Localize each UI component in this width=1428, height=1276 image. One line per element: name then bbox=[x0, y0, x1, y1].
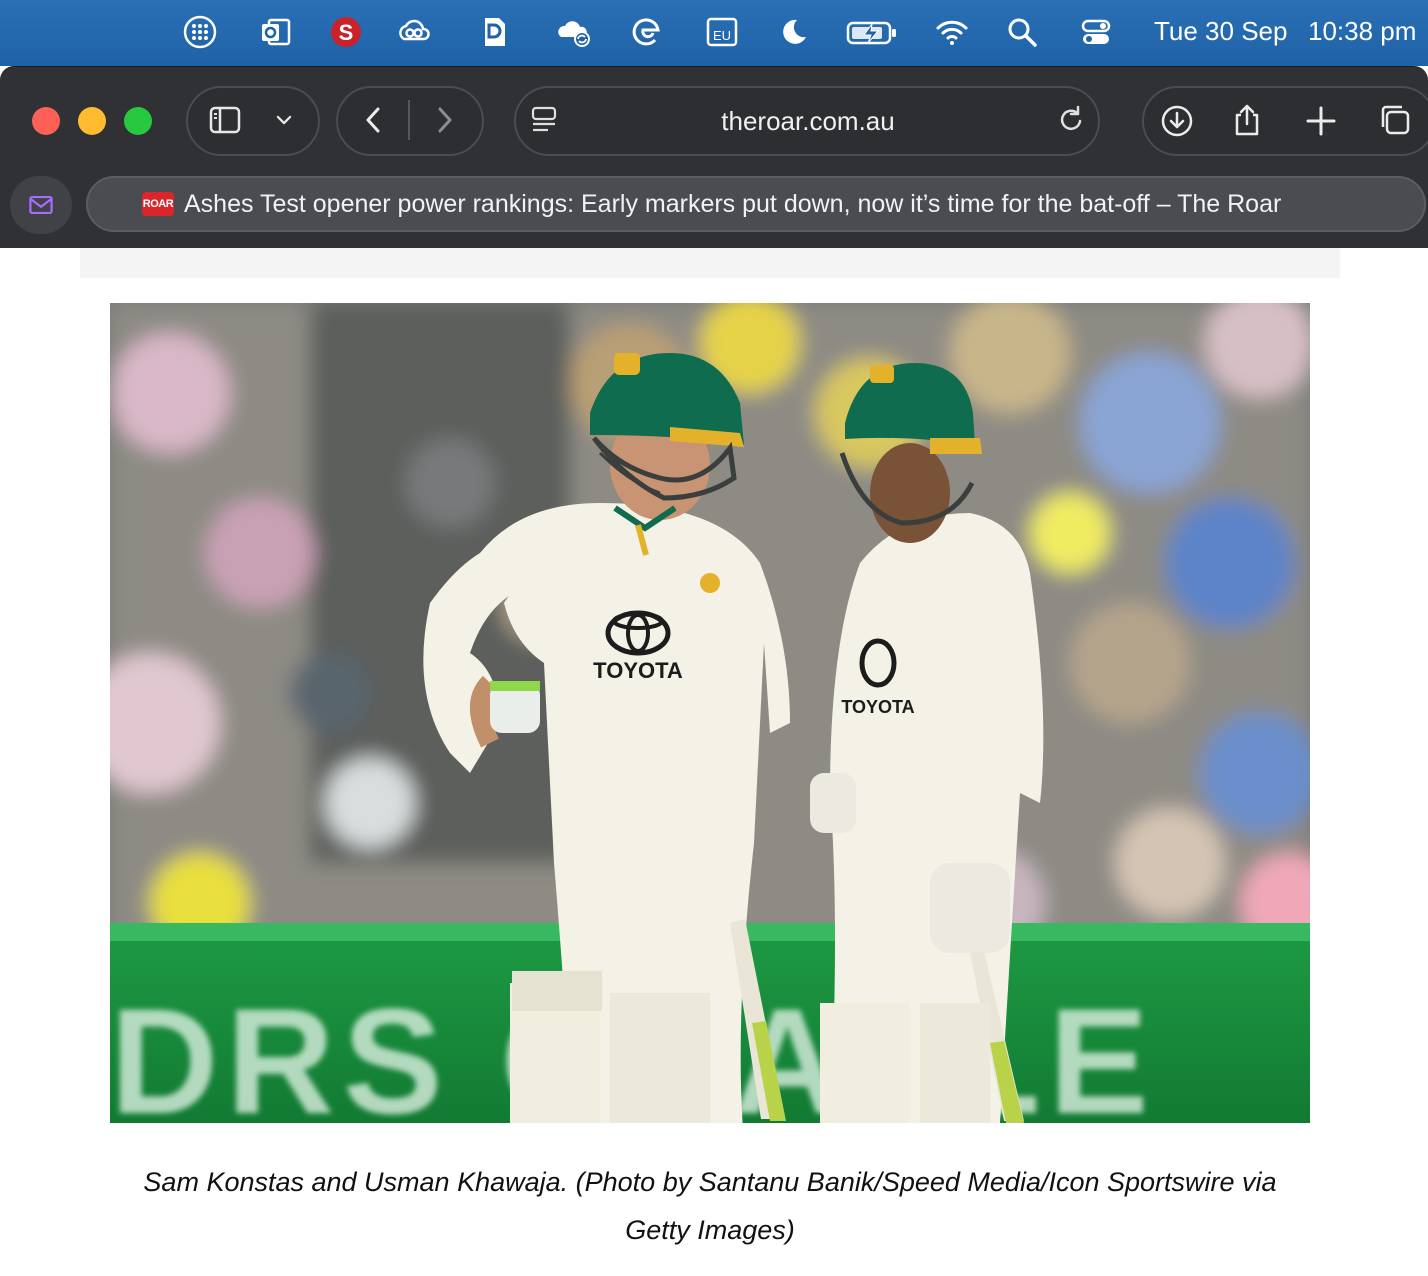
zoom-window-button[interactable] bbox=[124, 107, 152, 135]
envelope-icon bbox=[29, 195, 53, 215]
svg-text:S: S bbox=[339, 20, 354, 45]
active-tab[interactable]: ROAR Ashes Test opener power rankings: E… bbox=[86, 176, 1426, 232]
launchpad-icon[interactable] bbox=[182, 14, 218, 50]
reload-icon[interactable] bbox=[1054, 102, 1088, 138]
eu-label: EU bbox=[713, 28, 731, 43]
ad-placeholder-band bbox=[80, 248, 1340, 278]
wifi-icon[interactable] bbox=[934, 14, 970, 50]
edge-icon[interactable] bbox=[628, 14, 664, 50]
onedrive-sync-icon[interactable] bbox=[556, 14, 592, 50]
tab-title: Ashes Test opener power rankings: Early … bbox=[184, 190, 1282, 218]
control-center-icon[interactable] bbox=[1078, 14, 1114, 50]
menubar-time[interactable]: 10:38 pm bbox=[1308, 16, 1416, 47]
forward-button[interactable] bbox=[426, 102, 462, 138]
chevron-right-icon bbox=[438, 107, 452, 133]
s-app-icon[interactable]: S bbox=[328, 14, 364, 50]
jersey-left-text: TOYOTA bbox=[593, 658, 683, 683]
photo-caption: Sam Konstas and Usman Khawaja. (Photo by… bbox=[143, 1167, 1277, 1245]
page-content: DRS CHALLE bbox=[0, 248, 1428, 1276]
creative-cloud-icon[interactable] bbox=[396, 14, 432, 50]
outlook-icon[interactable] bbox=[258, 14, 294, 50]
menu-bar: S EU Tue 30 Sep 10:38 pm bbox=[0, 0, 1428, 66]
jersey-right-text: TOYOTA bbox=[841, 697, 914, 717]
page-menu-icon[interactable] bbox=[528, 102, 562, 138]
back-button[interactable] bbox=[356, 102, 392, 138]
close-window-button[interactable] bbox=[32, 107, 60, 135]
address-bar-url[interactable]: theroar.com.au bbox=[560, 106, 1056, 137]
new-tab-icon[interactable] bbox=[1302, 102, 1340, 140]
battery-charging-icon[interactable] bbox=[846, 14, 898, 50]
share-icon[interactable] bbox=[1228, 100, 1266, 140]
moon-icon[interactable] bbox=[774, 14, 810, 50]
roar-favicon-icon: ROAR bbox=[142, 192, 174, 216]
sidebar-icon[interactable] bbox=[204, 102, 246, 138]
downloads-icon[interactable] bbox=[1158, 102, 1196, 140]
search-icon[interactable] bbox=[1004, 14, 1040, 50]
chevron-down-icon[interactable] bbox=[268, 104, 300, 136]
nav-divider bbox=[408, 100, 410, 140]
chevron-left-icon bbox=[366, 107, 380, 133]
eu-keyboard-icon[interactable]: EU bbox=[704, 14, 740, 50]
minimize-window-button[interactable] bbox=[78, 107, 106, 135]
dashlane-icon[interactable] bbox=[476, 14, 512, 50]
tab-overview-icon[interactable] bbox=[1374, 100, 1416, 140]
article-photo: DRS CHALLE bbox=[110, 303, 1310, 1123]
menubar-date[interactable]: Tue 30 Sep bbox=[1154, 16, 1287, 47]
mail-extension-button[interactable] bbox=[10, 176, 72, 234]
